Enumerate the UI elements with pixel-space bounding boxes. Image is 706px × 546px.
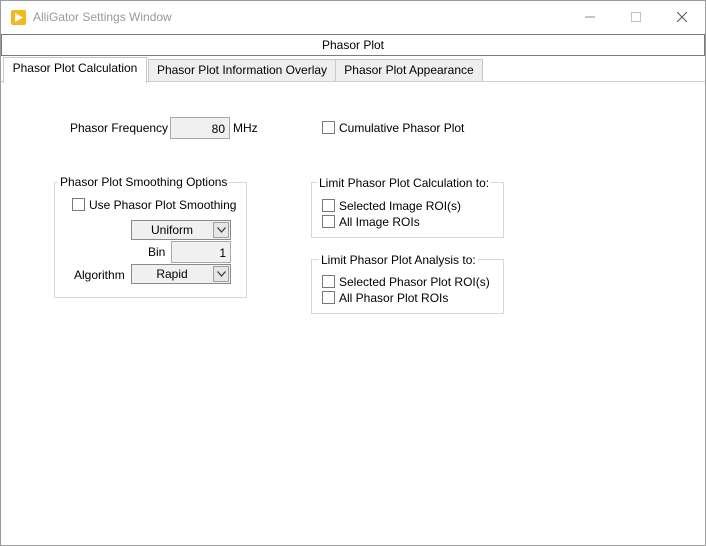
kernel-select[interactable]: Uniform <box>131 220 231 240</box>
smoothing-group-title: Phasor Plot Smoothing Options <box>58 175 230 189</box>
chevron-down-icon <box>217 227 226 233</box>
cumulative-checkbox[interactable] <box>322 121 335 134</box>
selected-image-roi-label: Selected Image ROI(s) <box>339 199 462 213</box>
frequency-unit: MHz <box>233 121 258 135</box>
all-image-rois-label: All Image ROIs <box>339 215 420 229</box>
algorithm-dropdown-button[interactable] <box>213 266 229 282</box>
kernel-select-value: Uniform <box>150 223 193 237</box>
use-smoothing-label: Use Phasor Plot Smoothing <box>89 198 237 212</box>
settings-window: AlliGator Settings Window Phasor Plot Ph… <box>0 0 706 546</box>
chevron-down-icon <box>217 271 226 277</box>
algorithm-label: Algorithm <box>74 268 125 282</box>
frequency-label: Phasor Frequency <box>70 121 169 135</box>
algorithm-select-value: Rapid <box>156 267 188 281</box>
all-image-rois-checkbox[interactable] <box>322 215 335 228</box>
algorithm-select[interactable]: Rapid <box>131 264 231 284</box>
selected-phasor-roi-checkbox[interactable] <box>322 275 335 288</box>
maximize-icon <box>631 12 641 22</box>
tab-strip: Phasor Plot Calculation Phasor Plot Info… <box>1 57 705 83</box>
bin-label: Bin <box>148 245 166 259</box>
close-button[interactable] <box>659 1 705 33</box>
section-header: Phasor Plot <box>1 34 705 56</box>
limit-calculation-title: Limit Phasor Plot Calculation to: <box>317 176 492 190</box>
limit-analysis-title: Limit Phasor Plot Analysis to: <box>319 253 478 267</box>
bin-input[interactable]: 1 <box>171 241 231 263</box>
title-bar[interactable]: AlliGator Settings Window <box>1 1 705 33</box>
frequency-input[interactable]: 80 <box>170 117 230 139</box>
tab-phasor-plot-appearance[interactable]: Phasor Plot Appearance <box>335 59 483 81</box>
all-phasor-rois-label: All Phasor Plot ROIs <box>339 291 449 305</box>
kernel-dropdown-button[interactable] <box>213 222 229 238</box>
app-icon <box>11 10 26 25</box>
tab-panel-calculation: Phasor Frequency 80 MHz Cumulative Phaso… <box>1 82 705 545</box>
minimize-button[interactable] <box>567 1 613 33</box>
minimize-icon <box>585 16 595 18</box>
cumulative-label: Cumulative Phasor Plot <box>339 121 465 135</box>
close-icon <box>676 11 688 23</box>
tab-phasor-plot-calculation[interactable]: Phasor Plot Calculation <box>3 57 147 83</box>
selected-image-roi-checkbox[interactable] <box>322 199 335 212</box>
maximize-button[interactable] <box>613 1 659 33</box>
all-phasor-rois-checkbox[interactable] <box>322 291 335 304</box>
window-title: AlliGator Settings Window <box>33 10 172 24</box>
use-smoothing-checkbox[interactable] <box>72 198 85 211</box>
selected-phasor-roi-label: Selected Phasor Plot ROI(s) <box>339 275 490 289</box>
tab-phasor-plot-information-overlay[interactable]: Phasor Plot Information Overlay <box>148 59 336 81</box>
